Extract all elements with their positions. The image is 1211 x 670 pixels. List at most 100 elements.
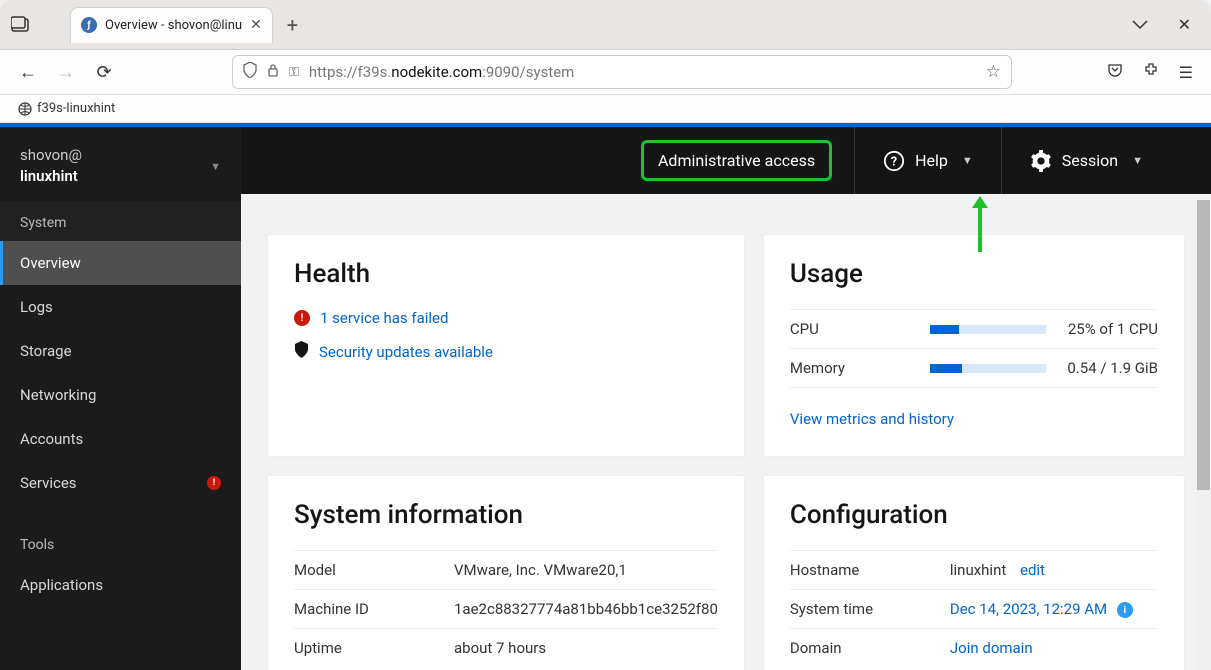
memory-label: Memory	[790, 359, 930, 377]
info-icon[interactable]: i	[1117, 602, 1133, 618]
new-tab-button[interactable]: +	[287, 13, 298, 37]
info-val: about 7 hours	[454, 639, 718, 657]
help-icon: ?	[883, 150, 905, 172]
info-val: linuxhint edit	[950, 561, 1158, 579]
key-icon[interactable]: ⚿	[289, 65, 299, 80]
info-val: 1ae2c88327774a81bb46bb1ce3252f80	[454, 600, 718, 618]
tab-close-icon[interactable]: ✕	[250, 17, 262, 33]
nav-label: Storage	[20, 342, 72, 360]
caret-down-icon: ▼	[1132, 154, 1143, 167]
info-key: Hostname	[790, 561, 950, 579]
hostname-row: Hostname linuxhint edit	[790, 550, 1158, 590]
globe-icon	[18, 102, 32, 116]
health-security-row: Security updates available	[294, 341, 718, 362]
bookmark-bar: f39s-linuxhint	[0, 95, 1211, 123]
cockpit-app: shovon@ linuxhint ▼ System Overview Logs…	[0, 123, 1211, 670]
info-key: Machine ID	[294, 600, 454, 618]
system-time-link[interactable]: Dec 14, 2023, 12:29 AM	[950, 600, 1107, 618]
chevron-down-icon: ▼	[210, 160, 221, 173]
nav-section-tools: Tools	[0, 523, 241, 563]
pocket-icon[interactable]	[1107, 62, 1123, 82]
shield-tracking-icon[interactable]	[243, 62, 257, 82]
user-host-selector[interactable]: shovon@ linuxhint ▼	[0, 127, 241, 201]
info-key: Uptime	[294, 639, 454, 657]
browser-tab-active[interactable]: ƒ Overview - shovon@linu ✕	[70, 7, 273, 43]
health-card: Health ! 1 service has failed Security u…	[267, 234, 745, 457]
hamburger-menu-icon[interactable]: ☰	[1179, 63, 1193, 82]
alert-badge-icon: !	[207, 476, 221, 490]
window-close-icon[interactable]: ✕	[1178, 15, 1191, 34]
health-failed-row: ! 1 service has failed	[294, 309, 718, 327]
host-name: linuxhint	[20, 166, 82, 187]
usage-title: Usage	[790, 259, 1158, 289]
info-key: Domain	[790, 639, 950, 657]
bookmark-star-icon[interactable]: ☆	[986, 62, 1001, 82]
top-bar: Administrative access ? Help ▼ Session ▼	[241, 127, 1211, 194]
url-bar: ← → ⟳ ⚿ https://f39s.nodekite.com:9090/s…	[0, 50, 1211, 95]
session-menu[interactable]: Session ▼	[1001, 127, 1171, 194]
security-updates-link[interactable]: Security updates available	[319, 343, 493, 361]
nav-applications[interactable]: Applications	[0, 563, 241, 607]
scrollbar-thumb[interactable]	[1197, 200, 1210, 490]
gear-icon	[1030, 150, 1052, 172]
cards-grid: Health ! 1 service has failed Security u…	[241, 194, 1211, 670]
sidebar: shovon@ linuxhint ▼ System Overview Logs…	[0, 127, 241, 670]
nav-networking[interactable]: Networking	[0, 373, 241, 417]
sysinfo-card: System information Model VMware, Inc. VM…	[267, 475, 745, 670]
nav-overview[interactable]: Overview	[0, 241, 241, 285]
edit-hostname-link[interactable]: edit	[1020, 561, 1045, 579]
bookmark-item[interactable]: f39s-linuxhint	[18, 101, 115, 116]
nav-label: Services	[20, 474, 77, 492]
tab-title: Overview - shovon@linu	[105, 18, 242, 33]
cpu-value: 25% of 1 CPU	[1068, 320, 1158, 338]
sysinfo-title: System information	[294, 500, 718, 530]
nav-services[interactable]: Services!	[0, 461, 241, 505]
svg-text:?: ?	[891, 154, 897, 169]
nav-label: Overview	[20, 254, 81, 272]
help-label: Help	[915, 151, 948, 170]
cpu-progress	[930, 325, 1046, 334]
hostname-value: linuxhint	[950, 561, 1006, 579]
nav-label: Networking	[20, 386, 96, 404]
info-key: System time	[790, 600, 950, 618]
nav-label: Accounts	[20, 430, 83, 448]
info-key: Model	[294, 561, 454, 579]
nav-label: Logs	[20, 298, 53, 316]
join-domain-link[interactable]: Join domain	[950, 639, 1033, 657]
nav-section-system: System	[0, 201, 241, 241]
user-name: shovon@	[20, 145, 82, 166]
lock-icon[interactable]	[267, 63, 279, 81]
nav-logs[interactable]: Logs	[0, 285, 241, 329]
domain-row: Domain Join domain	[790, 629, 1158, 667]
address-bar[interactable]: ⚿ https://f39s.nodekite.com:9090/system …	[232, 55, 1012, 89]
memory-row: Memory 0.54 / 1.9 GiB	[790, 349, 1158, 388]
scrollbar[interactable]	[1197, 200, 1210, 670]
reload-button[interactable]: ⟳	[94, 62, 114, 83]
nav-label: Applications	[20, 576, 103, 594]
forward-button[interactable]: →	[56, 62, 76, 83]
view-metrics-link[interactable]: View metrics and history	[790, 410, 954, 428]
systemtime-row: System time Dec 14, 2023, 12:29 AM i	[790, 590, 1158, 629]
firefox-overview-icon[interactable]	[10, 15, 30, 35]
back-button[interactable]: ←	[18, 62, 38, 83]
fedora-favicon: ƒ	[81, 17, 97, 33]
help-menu[interactable]: ? Help ▼	[854, 127, 1001, 194]
info-val: VMware, Inc. VMware20,1	[454, 561, 718, 579]
health-title: Health	[294, 259, 718, 289]
memory-value: 0.54 / 1.9 GiB	[1067, 359, 1158, 377]
service-failed-link[interactable]: 1 service has failed	[320, 309, 448, 327]
bookmark-label: f39s-linuxhint	[37, 101, 115, 116]
browser-tab-strip: ƒ Overview - shovon@linu ✕ + ✕	[0, 0, 1211, 50]
cpu-row: CPU 25% of 1 CPU	[790, 309, 1158, 349]
administrative-access-button[interactable]: Administrative access	[641, 140, 832, 181]
config-card: Configuration Hostname linuxhint edit Sy…	[763, 475, 1185, 670]
nav-storage[interactable]: Storage	[0, 329, 241, 373]
nav-accounts[interactable]: Accounts	[0, 417, 241, 461]
info-val: Dec 14, 2023, 12:29 AM i	[950, 600, 1158, 618]
extensions-icon[interactable]	[1143, 62, 1159, 82]
memory-progress	[930, 364, 1046, 373]
cpu-label: CPU	[790, 320, 930, 338]
window-minimize-icon[interactable]	[1132, 15, 1148, 34]
content-area: Administrative access ? Help ▼ Session ▼…	[241, 127, 1211, 670]
machine-id-row: Machine ID 1ae2c88327774a81bb46bb1ce3252…	[294, 590, 718, 629]
